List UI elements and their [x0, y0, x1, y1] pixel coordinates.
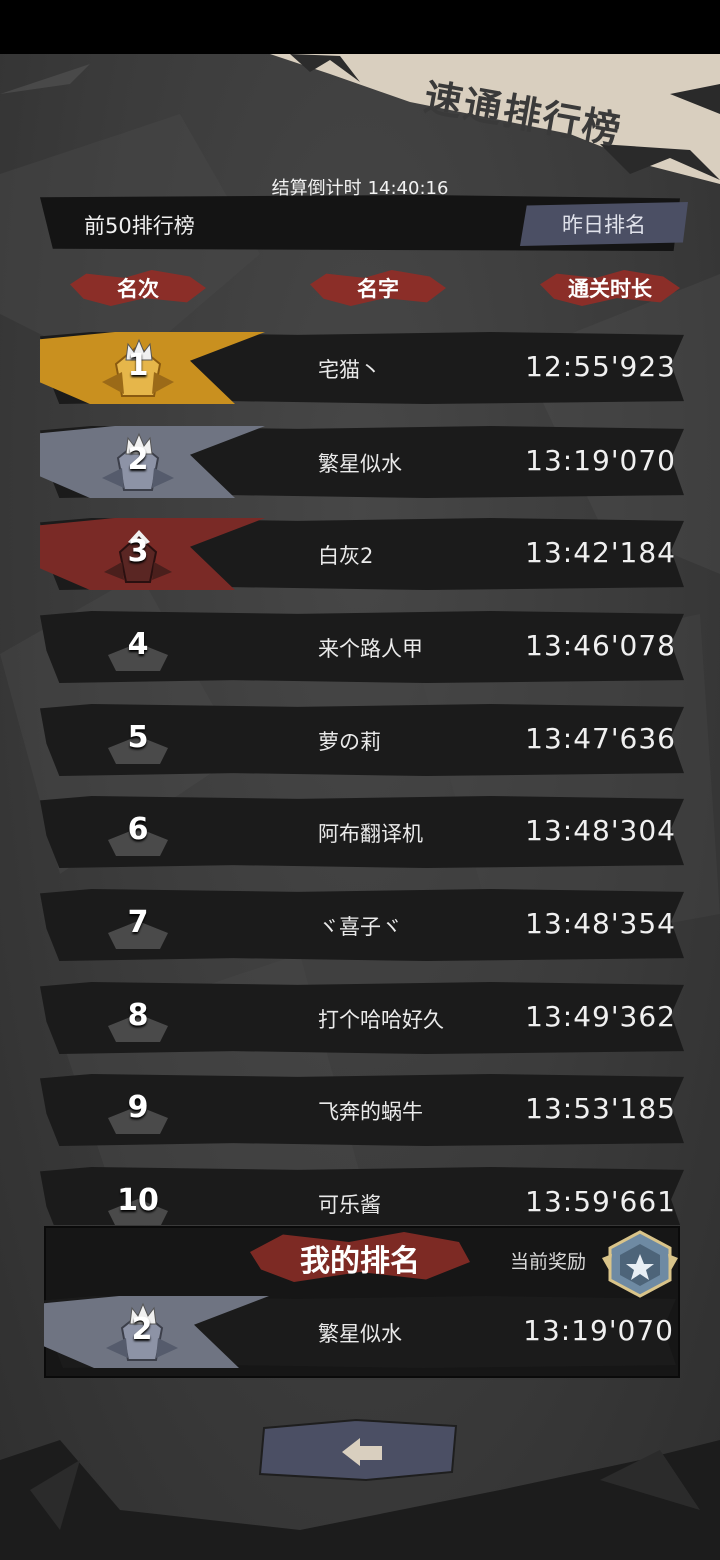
leaderboard-row-5[interactable]: 5 萝の莉 13:47'636 — [40, 704, 684, 776]
leaderboard-row-6[interactable]: 6 阿布翻译机 13:48'304 — [40, 796, 684, 868]
leaderboard-row-3[interactable]: 3 白灰2 13:42'184 — [40, 518, 684, 590]
clear-time: 13:49'362 — [525, 1000, 676, 1033]
player-name: ヾ喜子ヾ — [318, 915, 402, 939]
my-ranking-row[interactable]: 2 繁星似水 13:19'070 — [44, 1296, 676, 1368]
clear-time: 13:47'636 — [525, 722, 676, 755]
clear-time: 13:42'184 — [525, 536, 676, 569]
status-bar — [0, 0, 720, 54]
yesterday-ranking-button[interactable]: 昨日排名 — [520, 202, 688, 246]
clear-time: 13:48'354 — [525, 907, 676, 940]
rank-number: 5 — [127, 720, 149, 755]
top50-label: 前50排行榜 — [84, 214, 195, 238]
leaderboard-row-2[interactable]: 2 繁星似水 13:19'070 — [40, 426, 684, 498]
leaderboard-row-10[interactable]: 10 可乐酱 13:59'661 — [40, 1167, 684, 1225]
player-name: 萝の莉 — [318, 730, 381, 754]
clear-time: 13:48'304 — [525, 814, 676, 847]
back-button[interactable] — [256, 1418, 464, 1482]
leaderboard-row-8[interactable]: 8 打个哈哈好久 13:49'362 — [40, 982, 684, 1054]
column-header-rank: 名次 — [70, 270, 206, 306]
column-header-time: 通关时长 — [540, 270, 680, 306]
yesterday-ranking-label: 昨日排名 — [562, 213, 646, 237]
rank-number: 6 — [127, 812, 149, 847]
leaderboard-row-9[interactable]: 9 飞奔的蜗牛 13:53'185 — [40, 1074, 684, 1146]
reward-medal-icon[interactable] — [600, 1228, 680, 1300]
rank-number: 9 — [127, 1090, 149, 1125]
clear-time: 13:53'185 — [525, 1092, 676, 1125]
clear-time: 13:19'070 — [523, 1314, 674, 1347]
rank-number: 3 — [127, 534, 149, 569]
player-name: 阿布翻译机 — [318, 822, 423, 846]
leaderboard-row-7[interactable]: 7 ヾ喜子ヾ 13:48'354 — [40, 889, 684, 961]
clear-time: 13:19'070 — [525, 444, 676, 477]
rank-number: 8 — [127, 998, 149, 1033]
rank-number: 7 — [127, 905, 149, 940]
leaderboard-row-4[interactable]: 4 来个路人甲 13:46'078 — [40, 611, 684, 683]
player-name: 白灰2 — [318, 544, 374, 568]
player-name: 繁星似水 — [318, 1322, 402, 1346]
rank-number: 2 — [127, 442, 149, 477]
player-name: 打个哈哈好久 — [318, 1008, 444, 1032]
player-name: 来个路人甲 — [318, 637, 423, 661]
player-name: 可乐酱 — [318, 1193, 381, 1217]
current-reward-label: 当前奖励 — [510, 1251, 587, 1273]
clear-time: 12:55'923 — [525, 350, 676, 383]
rank-number: 1 — [127, 348, 149, 383]
column-header-name: 名字 — [310, 270, 446, 306]
player-name: 宅猫丶 — [318, 358, 381, 382]
rank-number: 2 — [131, 1312, 153, 1347]
player-name: 繁星似水 — [318, 452, 402, 476]
clear-time: 13:59'661 — [525, 1185, 676, 1218]
leaderboard-row-1[interactable]: 1 宅猫丶 12:55'923 — [40, 332, 684, 404]
rank-number: 4 — [127, 627, 149, 662]
clear-time: 13:46'078 — [525, 629, 676, 662]
player-name: 飞奔的蜗牛 — [318, 1100, 423, 1124]
rank-number: 10 — [117, 1183, 159, 1218]
